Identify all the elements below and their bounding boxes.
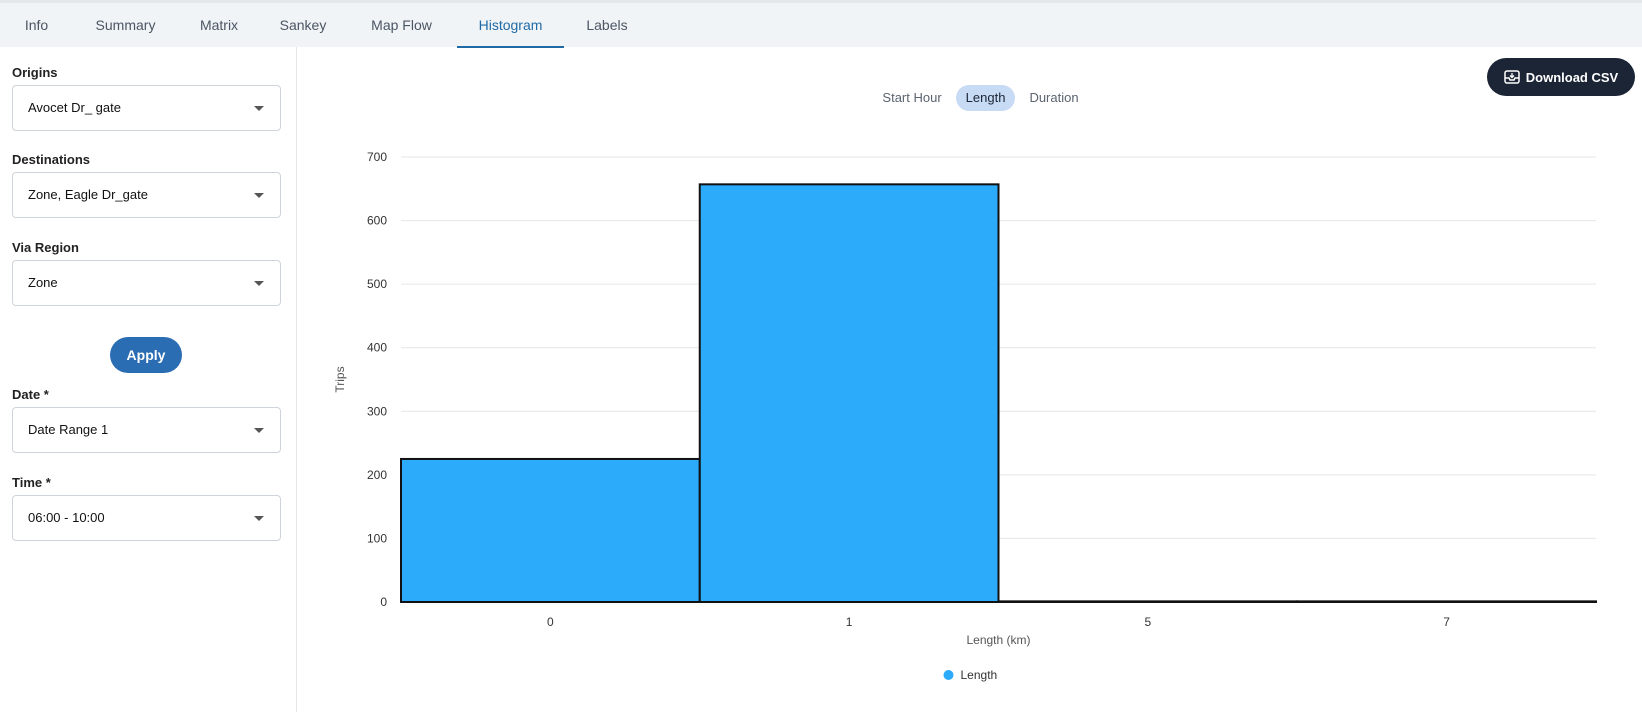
metric-start-hour[interactable]: Start Hour (872, 85, 951, 111)
via-region-select[interactable]: Zone (12, 260, 281, 306)
x-tick-labels: 0 1 5 7 (547, 615, 1450, 629)
apply-button[interactable]: Apply (110, 337, 182, 373)
bars (400, 183, 1597, 604)
destinations-value: Zone, Eagle Dr_gate (28, 187, 148, 202)
time-select[interactable]: 06:00 - 10:00 (12, 495, 281, 541)
histogram-bar[interactable] (997, 600, 1299, 604)
y-axis-label: Trips (333, 366, 347, 392)
y-tick-labels: 0 100 200 300 400 500 600 700 (367, 150, 387, 609)
time-label: Time * (12, 475, 51, 490)
caret-down-icon (254, 281, 264, 286)
download-csv-label: Download CSV (1525, 69, 1619, 85)
inbox-download-icon (1504, 70, 1520, 84)
metric-toggle: Start Hour Length Duration (297, 85, 1642, 111)
tab-sankey[interactable]: Sankey (260, 3, 346, 47)
caret-down-icon (254, 106, 264, 111)
x-tick-label: 7 (1443, 615, 1450, 629)
origins-label: Origins (12, 65, 58, 80)
y-tick-label: 700 (367, 150, 387, 164)
histogram-panel: Download CSV Start Hour Length Duration … (297, 47, 1642, 712)
y-tick-label: 0 (380, 595, 387, 609)
x-tick-label: 5 (1145, 615, 1152, 629)
time-value: 06:00 - 10:00 (28, 510, 105, 525)
histogram-bar[interactable] (400, 457, 701, 604)
origins-select[interactable]: Avocet Dr_ gate (12, 85, 281, 131)
metric-duration[interactable]: Duration (1019, 85, 1088, 111)
histogram-bar[interactable] (1296, 600, 1597, 604)
legend-label: Length (961, 668, 998, 682)
legend-swatch (943, 670, 954, 680)
y-tick-label: 400 (367, 341, 387, 355)
destinations-select[interactable]: Zone, Eagle Dr_gate (12, 172, 281, 218)
histogram-svg: 0 100 200 300 400 500 600 700 0 1 5 7 Trips Length… (333, 150, 1597, 682)
filter-sidebar: Origins Avocet Dr_ gate Destinations Zon… (0, 47, 297, 712)
histogram-bar[interactable] (698, 183, 1000, 603)
tab-labels[interactable]: Labels (564, 3, 650, 47)
tab-histogram[interactable]: Histogram (457, 3, 564, 48)
metric-length[interactable]: Length (955, 85, 1016, 111)
caret-down-icon (254, 193, 264, 198)
x-axis-label: Length (km) (966, 633, 1030, 647)
tab-summary[interactable]: Summary (73, 3, 178, 47)
date-value: Date Range 1 (28, 422, 109, 437)
date-label: Date * (12, 387, 49, 402)
via-region-value: Zone (28, 275, 58, 290)
destinations-label: Destinations (12, 152, 91, 167)
y-tick-label: 100 (367, 531, 387, 545)
histogram-chart: 0 100 200 300 400 500 600 700 0 1 5 7 Trips Length… (297, 137, 1642, 712)
tab-bar: Info Summary Matrix Sankey Map Flow Hist… (0, 0, 1642, 48)
y-tick-label: 300 (367, 404, 387, 418)
tab-matrix[interactable]: Matrix (178, 3, 260, 47)
date-select[interactable]: Date Range 1 (12, 407, 281, 453)
caret-down-icon (254, 428, 264, 433)
caret-down-icon (254, 516, 264, 521)
x-tick-label: 1 (846, 615, 853, 629)
y-tick-label: 600 (367, 214, 387, 228)
origins-value: Avocet Dr_ gate (28, 100, 121, 115)
tab-map-flow[interactable]: Map Flow (346, 3, 457, 47)
x-tick-label: 0 (547, 615, 554, 629)
via-region-label: Via Region (12, 240, 79, 255)
tab-info[interactable]: Info (0, 3, 73, 47)
y-tick-label: 200 (367, 468, 387, 482)
y-tick-label: 500 (367, 277, 387, 291)
legend[interactable]: Length (943, 668, 998, 682)
